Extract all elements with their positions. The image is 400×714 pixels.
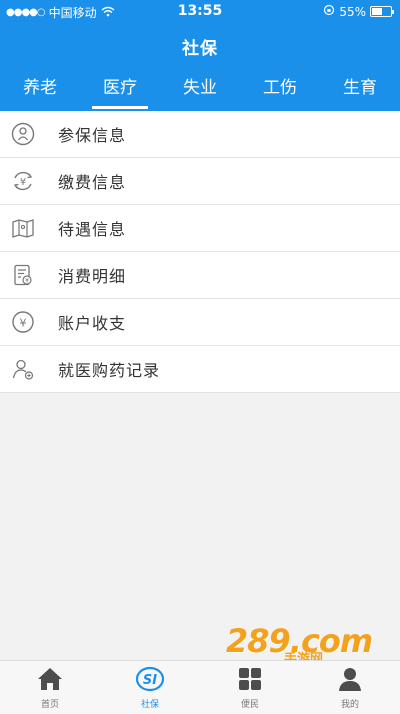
nav-label: 便民	[240, 700, 259, 710]
menu-item-xiaofei[interactable]: ¥ 消费明细	[0, 252, 400, 299]
battery-level	[372, 8, 382, 15]
user-record-icon	[10, 356, 36, 382]
tab-bar: 养老 医疗 失业 工伤 生育	[0, 68, 400, 111]
tab-shengyu[interactable]: 生育	[320, 68, 400, 111]
status-bar: ●●●●○ 中国移动 13:55 55%	[0, 0, 400, 24]
svg-text:¥: ¥	[20, 177, 26, 188]
bottom-nav: 首页 SI 社保 便民 我的	[0, 660, 400, 714]
rotation-lock-icon	[323, 4, 335, 19]
nav-mine[interactable]: 我的	[300, 661, 400, 714]
svg-text:¥: ¥	[25, 278, 29, 285]
menu-item-daiyu[interactable]: 待遇信息	[0, 205, 400, 252]
menu-item-label: 缴费信息	[58, 173, 127, 192]
menu-item-canbao[interactable]: 参保信息	[0, 111, 400, 158]
menu-item-label: 消费明细	[58, 267, 127, 286]
menu-item-label: 账户收支	[58, 314, 127, 333]
profile-icon	[335, 664, 365, 694]
menu-item-zhanghu[interactable]: ¥ 账户收支	[0, 299, 400, 346]
menu-list: 参保信息 ¥ 缴费信息 待遇信息 ¥ 消费明细 ¥ 账户收支 就医购药记录	[0, 111, 400, 393]
site-watermark: 289.com 手游网	[226, 622, 376, 667]
map-icon	[10, 215, 36, 241]
menu-item-label: 待遇信息	[58, 220, 127, 239]
svg-text:SI: SI	[143, 673, 157, 688]
person-badge-icon	[10, 121, 36, 147]
tab-yanglao[interactable]: 养老	[0, 68, 80, 111]
app-header: ●●●●○ 中国移动 13:55 55% 社保 养老 医疗 失业 工伤 生育	[0, 0, 400, 111]
menu-item-jiaofei[interactable]: ¥ 缴费信息	[0, 158, 400, 205]
battery-percent: 55%	[339, 4, 366, 19]
battery-icon	[370, 6, 394, 17]
nav-label: 社保	[140, 700, 159, 710]
nav-shebao[interactable]: SI 社保	[100, 661, 200, 714]
tab-gongshang[interactable]: 工伤	[240, 68, 320, 111]
social-security-icon: SI	[135, 664, 165, 694]
home-icon	[35, 664, 65, 694]
svg-text:¥: ¥	[20, 317, 27, 330]
nav-bianmin[interactable]: 便民	[200, 661, 300, 714]
yuan-refresh-icon: ¥	[10, 168, 36, 194]
tab-shiye[interactable]: 失业	[160, 68, 240, 111]
nav-label: 我的	[340, 700, 359, 710]
page-title: 社保	[182, 39, 218, 59]
nav-home[interactable]: 首页	[0, 661, 100, 714]
yuan-circle-icon: ¥	[10, 309, 36, 335]
document-icon: ¥	[10, 262, 36, 288]
menu-item-jiuyi[interactable]: 就医购药记录	[0, 346, 400, 393]
tab-yiliao[interactable]: 医疗	[80, 68, 160, 111]
menu-item-label: 参保信息	[58, 126, 127, 145]
menu-item-label: 就医购药记录	[58, 361, 161, 380]
grid-icon	[235, 664, 265, 694]
nav-label: 首页	[40, 700, 59, 710]
